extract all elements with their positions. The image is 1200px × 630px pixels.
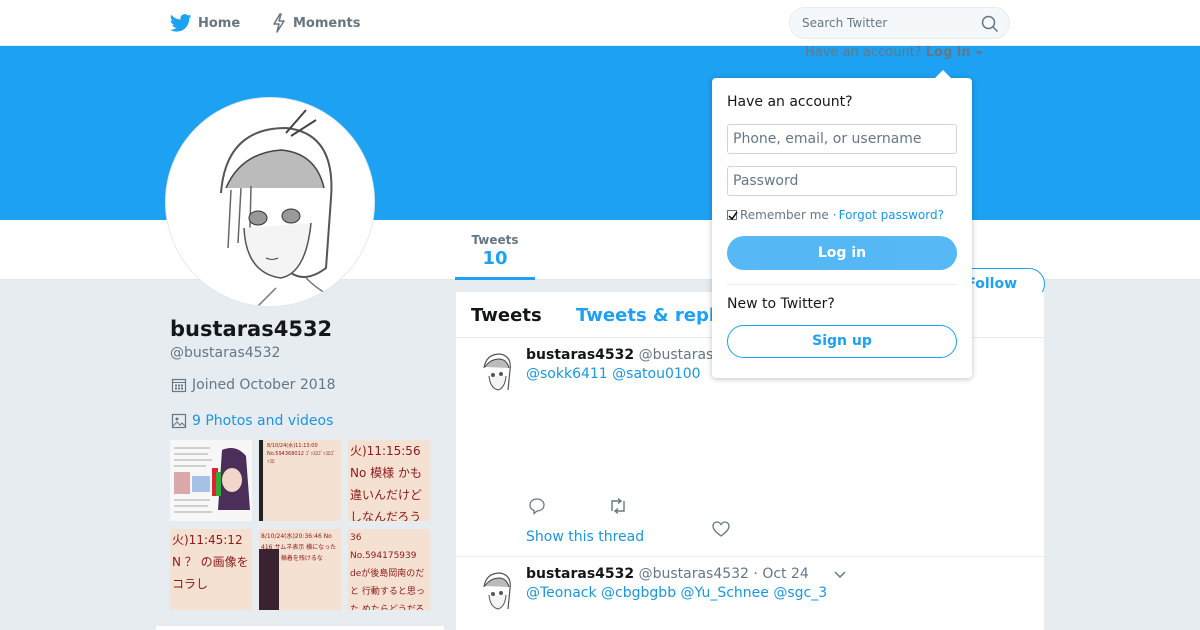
profile-joined-text: Joined October 2018 <box>192 377 336 393</box>
remember-row: Remember me · Forgot password? <box>727 208 944 222</box>
username-field[interactable]: Phone, email, or username <box>727 124 957 154</box>
login-toggle-prompt: Have an account? <box>805 45 922 60</box>
tweet-author-name[interactable]: bustaras4532 <box>526 566 634 582</box>
tweet-avatar[interactable] <box>472 567 520 615</box>
search-icon[interactable] <box>981 15 999 33</box>
chevron-down-icon[interactable] <box>834 571 846 579</box>
forgot-password-link[interactable]: Forgot password? <box>839 208 944 222</box>
tweet-author-name[interactable]: bustaras4532 <box>526 347 634 363</box>
search-placeholder: Search Twitter <box>802 16 888 30</box>
photo-thumb[interactable]: 8/10/24(水)20:36:46 No 416 サムネ表示 横になったが高の… <box>259 529 341 610</box>
photo-thumb[interactable]: 36 No.594175939 deが後島岡南のだと 行動すると思った めたらど… <box>348 529 430 610</box>
stat-tweets-value: 10 <box>482 248 508 269</box>
photo-thumb[interactable] <box>170 440 252 521</box>
login-dropdown-title: Have an account? <box>727 94 853 110</box>
photos-videos-link[interactable]: 9 Photos and videos <box>171 413 333 429</box>
tweet-date[interactable]: · Oct 24 <box>753 566 808 582</box>
nav-moments[interactable]: Moments <box>271 12 360 34</box>
avatar-sketch-image <box>166 98 374 306</box>
login-toggle[interactable]: Have an account? Log in <box>805 45 983 60</box>
photo-grid: 8/10/24(水)11:13:00 No.594368012 ｺﾞｯｽﾛｺﾞｯ… <box>170 440 430 610</box>
twitter-bird-icon <box>170 14 192 32</box>
photo-thumb-text: 火)11:45:12 N ？ の画像をコラし <box>172 533 249 591</box>
photo-thumb-text: 36 No.594175939 deが後島岡南のだと 行動すると思った めたらど… <box>350 533 425 610</box>
remember-label[interactable]: Remember me <box>740 208 829 222</box>
check-icon <box>728 211 738 221</box>
nav-moments-label: Moments <box>293 15 361 31</box>
stat-tweets[interactable]: Tweets 10 <box>455 220 535 280</box>
reply-icon[interactable] <box>528 497 546 515</box>
login-button[interactable]: Log in <box>727 236 957 270</box>
tweet-text[interactable]: @Teonack @cbgbgbb @Yu_Schnee @sgc_3 <box>526 585 827 601</box>
password-field[interactable]: Password <box>727 166 957 196</box>
nav-home[interactable]: Home <box>170 12 240 34</box>
image-icon <box>171 413 187 429</box>
stat-tweets-label: Tweets <box>471 233 519 247</box>
tweet-author-handle: @bustaras4532 <box>638 566 749 582</box>
login-toggle-link[interactable]: Log in <box>926 45 971 60</box>
login-dropdown: Have an account? Phone, email, or userna… <box>712 78 972 378</box>
tweet-author-handle: @bustaras <box>638 347 714 363</box>
dropdown-arrow <box>934 70 952 79</box>
tweet-header: bustaras4532 @bustaras4532 · Oct 24 <box>526 566 809 582</box>
tab-tweets-replies[interactable]: Tweets & repl <box>576 305 715 326</box>
tweet-header: bustaras4532 @bustaras <box>526 347 713 363</box>
top-nav: Home Moments Search Twitter <box>0 0 1200 46</box>
photo-thumb[interactable]: 8/10/24(水)11:13:00 No.594368012 ｺﾞｯｽﾛｺﾞｯ… <box>259 440 341 521</box>
retweet-icon[interactable] <box>608 497 628 515</box>
new-to-twitter-label: New to Twitter? <box>727 296 835 312</box>
nav-home-label: Home <box>198 15 241 31</box>
search-input[interactable]: Search Twitter <box>789 7 1010 39</box>
photo-thumb-text: 8/10/24(水)11:13:00 No.594368012 ｺﾞｯｽﾛｺﾞｯ… <box>267 443 336 465</box>
profile-name[interactable]: bustaras4532 <box>170 317 332 341</box>
caret-down-icon <box>974 51 983 55</box>
remember-separator: · <box>832 208 837 222</box>
photo-thumb-text: 火)11:15:56 No 模様 かも違いんだけど しなんだろうか <box>350 444 423 521</box>
photo-thumb[interactable]: 火)11:45:12 N ？ の画像をコラし <box>170 529 252 610</box>
photos-videos-label: 9 Photos and videos <box>192 413 334 429</box>
calendar-icon <box>171 378 187 393</box>
tweet[interactable]: bustaras4532 @bustaras4532 · Oct 24 @Teo… <box>456 557 1044 630</box>
avatar[interactable] <box>165 97 375 307</box>
profile-handle: @bustaras4532 <box>170 345 281 361</box>
heart-icon[interactable] <box>712 521 730 537</box>
photo-thumb[interactable]: 火)11:15:56 No 模様 かも違いんだけど しなんだろうか <box>348 440 430 521</box>
signup-button[interactable]: Sign up <box>727 325 957 358</box>
profile-joined: Joined October 2018 <box>171 377 336 393</box>
dropdown-divider <box>727 284 957 285</box>
tweet-avatar[interactable] <box>472 348 520 396</box>
tab-tweets[interactable]: Tweets <box>471 305 542 326</box>
remember-checkbox[interactable] <box>727 210 738 221</box>
tweet-text[interactable]: @sokk6411 @satou0100 <box>526 366 701 382</box>
sidebar-card <box>156 626 444 630</box>
lightning-icon <box>273 13 285 33</box>
show-thread-link[interactable]: Show this thread <box>526 529 644 545</box>
